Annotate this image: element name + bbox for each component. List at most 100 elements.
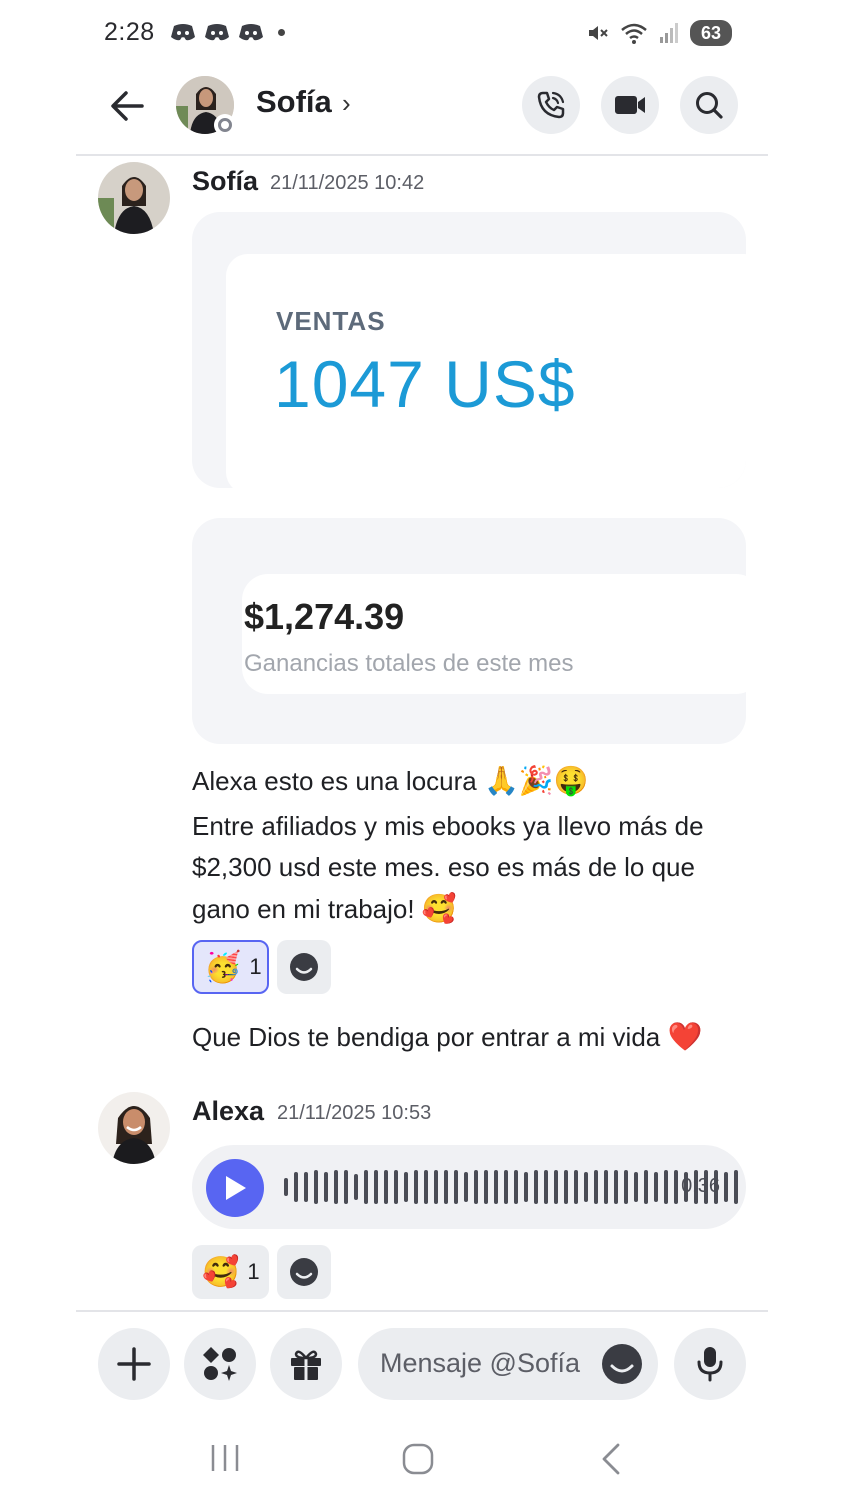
system-back-button[interactable]	[598, 1442, 626, 1481]
image-attachment-ventas[interactable]: VENTAS 1047 US$	[192, 212, 746, 488]
add-reaction-button[interactable]	[277, 1245, 331, 1299]
message-composer: Mensaje @Sofía	[76, 1310, 768, 1410]
message-input[interactable]: Mensaje @Sofía	[358, 1328, 658, 1400]
reaction-button[interactable]: 🥰 1	[192, 1245, 269, 1299]
play-icon	[226, 1176, 246, 1200]
emoji-icon	[602, 1344, 642, 1384]
ventas-value: 1047 US$	[274, 347, 576, 421]
emoji-add-icon	[290, 953, 318, 981]
waveform-bar	[354, 1174, 358, 1200]
image-attachment-ganancias[interactable]: $1,274.39 Ganancias totales de este mes	[192, 518, 746, 744]
waveform-bar	[534, 1170, 538, 1204]
emoji-picker-button[interactable]	[600, 1342, 644, 1386]
message-timestamp: 21/11/2025 10:42	[270, 172, 425, 194]
waveform-bar	[374, 1170, 378, 1204]
search-button[interactable]	[680, 76, 738, 134]
message-text-line: Que Dios te bendiga por entrar a mi vida…	[192, 1016, 752, 1058]
waveform-bar	[634, 1172, 638, 1202]
avatar-photo	[98, 1092, 170, 1164]
video-call-button[interactable]	[601, 76, 659, 134]
recent-apps-button[interactable]	[208, 1442, 242, 1479]
apps-icon	[203, 1347, 237, 1381]
chevron-right-icon[interactable]: ›	[342, 88, 351, 119]
waveform-bar	[564, 1170, 568, 1204]
reaction-count: 1	[247, 1259, 260, 1284]
waveform-bar	[494, 1170, 498, 1204]
chat-header: Sofía ›	[76, 72, 768, 156]
waveform-bar	[454, 1170, 458, 1204]
play-button[interactable]	[206, 1159, 264, 1217]
message-author[interactable]: Sofía	[192, 166, 258, 197]
smiling-hearts-emoji: 🥰	[202, 1254, 240, 1290]
waveform-bar	[554, 1170, 558, 1204]
message-text: Alexa esto es una locura	[192, 766, 477, 796]
mute-icon	[589, 26, 608, 40]
waveform-bar	[364, 1170, 368, 1204]
waveform-bar	[624, 1170, 628, 1204]
arrow-left-icon	[111, 91, 144, 121]
voice-message: 0:36	[192, 1145, 746, 1229]
message-input-placeholder: Mensaje @Sofía	[380, 1348, 581, 1378]
waveform-bar	[604, 1170, 608, 1204]
ganancias-label: Ganancias totales de este mes	[244, 650, 574, 677]
add-reaction-button[interactable]	[277, 940, 331, 994]
ganancias-card: $1,274.39 Ganancias totales de este mes	[242, 574, 746, 694]
gift-button[interactable]	[270, 1328, 342, 1400]
alexa-avatar[interactable]	[98, 1092, 170, 1164]
avatar-photo	[98, 162, 170, 234]
battery-indicator: 63	[690, 20, 732, 46]
smiling-hearts-emoji: 🥰	[421, 892, 457, 925]
attach-button[interactable]	[98, 1328, 170, 1400]
microphone-icon	[697, 1347, 723, 1382]
discord-icon	[205, 24, 229, 41]
ganancias-value: $1,274.39	[244, 596, 405, 637]
emoji-add-icon	[290, 1258, 318, 1286]
message-author[interactable]: Alexa	[192, 1096, 264, 1127]
wifi-icon	[621, 23, 647, 44]
chevron-left-icon	[602, 1443, 620, 1475]
waveform-bar	[284, 1178, 288, 1196]
waveform-bar	[584, 1172, 588, 1202]
search-icon	[696, 92, 723, 119]
waveform-bar	[484, 1170, 488, 1204]
recent-apps-icon	[211, 1445, 239, 1471]
waveform-bar	[664, 1170, 668, 1204]
voice-call-icon	[537, 91, 565, 119]
waveform-bar	[444, 1170, 448, 1204]
discord-icon	[239, 24, 263, 41]
back-button[interactable]	[106, 86, 150, 126]
more-notifications-dot	[278, 28, 285, 36]
notification-icons	[170, 22, 285, 42]
waveform-bar	[594, 1170, 598, 1204]
video-call-icon	[615, 96, 645, 114]
waveform-bar	[384, 1170, 388, 1204]
waveform-bar	[434, 1170, 438, 1204]
voice-waveform[interactable]	[284, 1169, 738, 1205]
reaction-button[interactable]: 🥳 1	[192, 940, 269, 994]
contact-name[interactable]: Sofía	[256, 84, 332, 120]
sofia-avatar[interactable]	[98, 162, 170, 234]
message-text: Que Dios te bendiga por entrar a mi vida	[192, 1022, 661, 1052]
discord-icon	[171, 24, 195, 41]
waveform-bar	[294, 1172, 298, 1202]
apps-button[interactable]	[184, 1328, 256, 1400]
reaction-count: 1	[249, 954, 262, 979]
message-emojis: 🙏🎉🤑	[483, 764, 589, 797]
plus-icon	[117, 1347, 151, 1381]
home-icon	[402, 1443, 434, 1475]
home-button[interactable]	[401, 1442, 435, 1481]
status-time: 2:28	[104, 18, 155, 46]
waveform-bar	[574, 1170, 578, 1204]
waveform-bar	[674, 1170, 678, 1204]
signal-icon	[660, 23, 678, 43]
voice-record-button[interactable]	[674, 1328, 746, 1400]
waveform-bar	[504, 1170, 508, 1204]
status-bar: 2:28 63	[0, 0, 844, 64]
voice-duration: 0:36	[681, 1175, 720, 1197]
waveform-bar	[614, 1170, 618, 1204]
waveform-bar	[334, 1170, 338, 1204]
waveform-bar	[304, 1172, 308, 1202]
waveform-bar	[394, 1170, 398, 1204]
voice-call-button[interactable]	[522, 76, 580, 134]
waveform-bar	[734, 1170, 738, 1204]
